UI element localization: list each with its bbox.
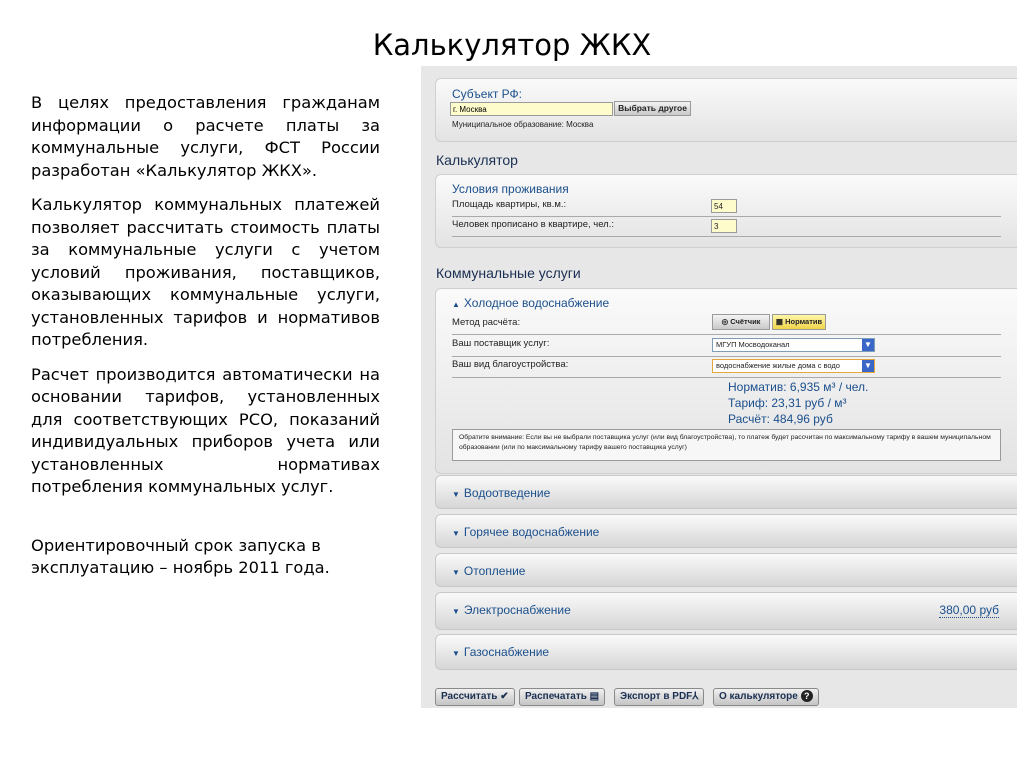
section-hot-water[interactable]: ▼ Горячее водоснабжение bbox=[435, 514, 1017, 548]
calculator-screenshot: Субъект РФ: г. Москва Выбрать другое Мун… bbox=[421, 66, 1017, 708]
document-icon: ▤ bbox=[586, 691, 600, 702]
notice-box: Обратите внимание: Если вы не выбрали по… bbox=[452, 429, 1001, 461]
section-electricity[interactable]: ▼ Электроснабжение 380,00 руб bbox=[435, 592, 1017, 630]
region-panel: Субъект РФ: г. Москва Выбрать другое Мун… bbox=[435, 78, 1017, 142]
area-label: Площадь квартиры, кв.м.: bbox=[452, 199, 567, 210]
norm-value: Норматив: 6,935 м³ / чел. bbox=[728, 380, 869, 394]
help-icon: ? bbox=[800, 690, 813, 702]
meter-option[interactable]: ◎ Счётчик bbox=[712, 314, 770, 330]
calculate-button[interactable]: Рассчитать ✔ bbox=[435, 688, 515, 706]
living-conditions-title: Условия проживания bbox=[452, 182, 569, 196]
supplier-label: Ваш поставщик услуг: bbox=[452, 338, 550, 349]
change-region-button[interactable]: Выбрать другое bbox=[614, 101, 691, 116]
supplier-value: МГУП Мосводоканал bbox=[716, 340, 790, 349]
paragraph-features: Калькулятор коммунальных платежей позвол… bbox=[31, 195, 380, 349]
area-input[interactable]: 54 bbox=[711, 199, 737, 213]
cold-water-panel: ▲ Холодное водоснабжение Метод расчёта: ◎… bbox=[435, 288, 1017, 474]
people-row: Человек прописано в квартире, чел.: 3 bbox=[452, 219, 1001, 237]
chevron-down-icon: ▼ bbox=[862, 360, 874, 372]
section-title: Горячее водоснабжение bbox=[463, 525, 600, 539]
chevron-down-icon: ▼ bbox=[862, 339, 874, 351]
cold-water-header[interactable]: ▲ Холодное водоснабжение bbox=[452, 296, 609, 310]
radio-icon: ◎ bbox=[721, 317, 729, 326]
checkmark-icon: ✔ bbox=[497, 691, 509, 702]
region-label: Субъект РФ: bbox=[452, 87, 522, 101]
utilities-heading: Коммунальные услуги bbox=[436, 265, 581, 281]
cold-water-title: Холодное водоснабжение bbox=[463, 296, 610, 310]
collapse-triangle-icon: ▲ bbox=[452, 300, 460, 309]
paragraph-calculation: Расчет производится автоматически на осн… bbox=[31, 364, 380, 497]
improvement-value: водоснабжение жилые дома с водо bbox=[716, 361, 840, 370]
calculator-heading: Калькулятор bbox=[436, 152, 518, 168]
norm-option-label: Норматив bbox=[785, 317, 823, 326]
paragraph-launch: Ориентировочный срок запуска в эксплуата… bbox=[31, 535, 330, 578]
building-icon: ▦ bbox=[775, 317, 783, 326]
slide-text: В целях предоставления гражданам информа… bbox=[31, 92, 380, 592]
meter-option-label: Счётчик bbox=[730, 317, 761, 326]
print-button[interactable]: Распечатать ▤ bbox=[519, 688, 606, 706]
method-label: Метод расчёта: bbox=[452, 317, 521, 328]
section-title: Газоснабжение bbox=[463, 645, 550, 659]
improvement-select[interactable]: водоснабжение жилые дома с водо ▼ bbox=[712, 359, 875, 373]
cold-water-results: Норматив: 6,935 м³ / чел. Тариф: 23,31 р… bbox=[728, 379, 868, 427]
method-row: Метод расчёта: ◎ Счётчик ▦ Норматив bbox=[452, 314, 1001, 335]
supplier-select[interactable]: МГУП Мосводоканал ▼ bbox=[712, 338, 875, 352]
tariff-value: Тариф: 23,31 руб / м³ bbox=[728, 396, 847, 410]
pdf-icon: ⅄ bbox=[692, 691, 699, 702]
section-gas[interactable]: ▼ Газоснабжение bbox=[435, 634, 1017, 670]
area-row: Площадь квартиры, кв.м.: 54 bbox=[452, 199, 1001, 217]
paragraph-intro: В целях предоставления гражданам информа… bbox=[31, 93, 380, 180]
improvement-row: Ваш вид благоустройства: водоснабжение ж… bbox=[452, 359, 1001, 378]
about-button[interactable]: О калькуляторе? bbox=[713, 688, 819, 706]
norm-option[interactable]: ▦ Норматив bbox=[772, 314, 826, 330]
improvement-label: Ваш вид благоустройства: bbox=[452, 359, 569, 370]
section-sewage[interactable]: ▼ Водоотведение bbox=[435, 475, 1017, 509]
expand-triangle-icon: ▼ bbox=[452, 529, 460, 538]
living-conditions-panel: Условия проживания Площадь квартиры, кв.… bbox=[435, 174, 1017, 248]
export-pdf-button[interactable]: Экспорт в PDF⅄ bbox=[614, 688, 705, 706]
municipality-label: Муниципальное образование: Москва bbox=[452, 120, 594, 129]
expand-triangle-icon: ▼ bbox=[452, 490, 460, 499]
slide-title: Калькулятор ЖКХ bbox=[372, 28, 652, 62]
section-title: Электроснабжение bbox=[463, 603, 571, 617]
electricity-amount[interactable]: 380,00 руб bbox=[939, 603, 999, 618]
supplier-row: Ваш поставщик услуг: МГУП Мосводоканал ▼ bbox=[452, 338, 1001, 357]
expand-triangle-icon: ▼ bbox=[452, 607, 460, 616]
section-heating[interactable]: ▼ Отопление bbox=[435, 553, 1017, 587]
expand-triangle-icon: ▼ bbox=[452, 568, 460, 577]
region-input[interactable]: г. Москва bbox=[450, 102, 613, 116]
people-input[interactable]: 3 bbox=[711, 219, 737, 233]
expand-triangle-icon: ▼ bbox=[452, 649, 460, 658]
people-label: Человек прописано в квартире, чел.: bbox=[452, 219, 615, 230]
section-title: Отопление bbox=[463, 564, 526, 578]
calc-value: Расчёт: 484,96 руб bbox=[728, 412, 833, 426]
section-title: Водоотведение bbox=[463, 486, 551, 500]
